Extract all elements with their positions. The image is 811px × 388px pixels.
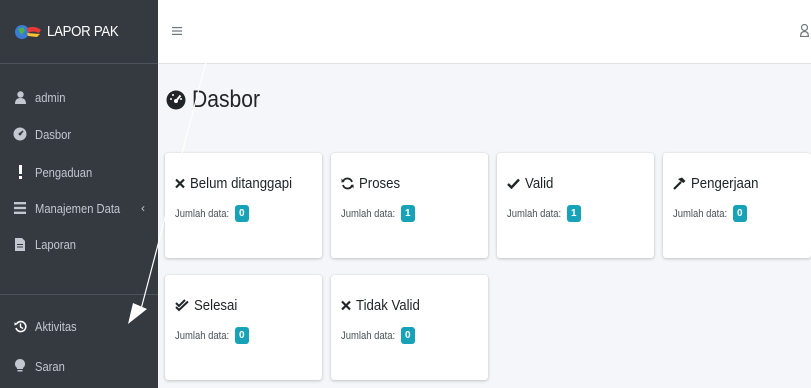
brand-link[interactable]: LAPOR PAK	[0, 0, 158, 64]
check-double-icon	[175, 299, 189, 312]
card-pengerjaan[interactable]: Pengerjaan Jumlah data: 0	[663, 153, 811, 258]
card-count-label: Jumlah data:	[673, 207, 728, 220]
exclamation-icon	[13, 165, 27, 179]
sidebar-item-label: Saran	[35, 358, 65, 374]
card-count-row: Jumlah data: 1	[507, 205, 581, 222]
card-count-row: Jumlah data: 0	[175, 205, 249, 222]
sidebar-item-aktivitas[interactable]: Aktivitas	[0, 311, 158, 341]
card-title: Pengerjaan	[673, 175, 768, 192]
dashboard-icon	[166, 90, 186, 110]
sidebar-item-manajemen-data[interactable]: Manajemen Data ‹	[0, 193, 158, 223]
sync-icon	[341, 177, 354, 190]
card-proses[interactable]: Proses Jumlah data: 1	[331, 153, 488, 258]
card-title: Selesai	[175, 297, 243, 314]
brand-name: LAPOR PAK	[47, 23, 119, 40]
hamburger-icon[interactable]	[172, 23, 182, 41]
count-badge: 0	[234, 327, 249, 344]
card-title: Belum ditanggapi	[175, 175, 306, 192]
sidebar-item-dasbor[interactable]: Dasbor	[0, 119, 158, 149]
sidebar-item-saran[interactable]: Saran	[0, 351, 158, 381]
hammer-icon	[673, 177, 686, 190]
card-title-text: Tidak Valid	[356, 297, 420, 314]
times-icon	[341, 300, 351, 311]
card-count-label: Jumlah data:	[341, 207, 396, 220]
dashboard-icon	[13, 127, 27, 141]
sidebar: LAPOR PAK admin Dasbor Pengaduan Manajem…	[0, 0, 158, 388]
card-valid[interactable]: Valid Jumlah data: 1	[497, 153, 654, 258]
history-icon	[13, 320, 27, 333]
card-count-label: Jumlah data:	[341, 329, 396, 342]
card-title-text: Proses	[359, 175, 401, 192]
card-belum-ditanggapi[interactable]: Belum ditanggapi Jumlah data: 0	[165, 153, 322, 258]
lightbulb-icon	[13, 359, 27, 373]
file-icon	[13, 237, 27, 251]
check-icon	[507, 178, 520, 189]
top-navbar	[158, 0, 811, 64]
card-count-row: Jumlah data: 0	[341, 327, 415, 344]
user-menu-icon[interactable]	[799, 23, 810, 42]
card-count-label: Jumlah data:	[175, 329, 230, 342]
user-icon	[13, 90, 27, 104]
times-icon	[175, 178, 185, 189]
count-badge: 0	[732, 205, 747, 222]
card-title-text: Pengerjaan	[691, 175, 759, 192]
list-icon	[13, 202, 27, 214]
card-count-label: Jumlah data:	[175, 207, 230, 220]
count-badge: 1	[566, 205, 581, 222]
chevron-left-icon: ‹	[141, 201, 145, 215]
card-title: Valid	[507, 175, 557, 192]
sidebar-item-label: admin	[35, 89, 66, 105]
brand-logo-icon	[15, 24, 41, 39]
sidebar-item-label: Pengaduan	[35, 164, 93, 180]
sidebar-item-label: Laporan	[35, 236, 77, 252]
sidebar-item-label: Dasbor	[35, 126, 72, 142]
sidebar-item-pengaduan[interactable]: Pengaduan	[0, 157, 158, 187]
card-title: Tidak Valid	[341, 297, 429, 314]
card-title-text: Selesai	[194, 297, 238, 314]
card-count-row: Jumlah data: 1	[341, 205, 415, 222]
card-title-text: Valid	[525, 175, 554, 192]
sidebar-divider	[0, 294, 158, 295]
sidebar-item-laporan[interactable]: Laporan	[0, 229, 158, 259]
count-badge: 0	[400, 327, 415, 344]
sidebar-item-admin[interactable]: admin	[0, 82, 158, 112]
card-count-row: Jumlah data: 0	[175, 327, 249, 344]
sidebar-item-label: Aktivitas	[35, 318, 77, 334]
card-title: Proses	[341, 175, 406, 192]
card-count-label: Jumlah data:	[507, 207, 562, 220]
card-tidak-valid[interactable]: Tidak Valid Jumlah data: 0	[331, 275, 488, 380]
page-title: Dasbor	[166, 86, 269, 114]
card-selesai[interactable]: Selesai Jumlah data: 0	[165, 275, 322, 380]
count-badge: 0	[234, 205, 249, 222]
count-badge: 1	[400, 205, 415, 222]
card-count-row: Jumlah data: 0	[673, 205, 747, 222]
card-title-text: Belum ditanggapi	[190, 175, 293, 192]
sidebar-item-label: Manajemen Data	[35, 200, 121, 216]
page-title-text: Dasbor	[192, 86, 261, 113]
